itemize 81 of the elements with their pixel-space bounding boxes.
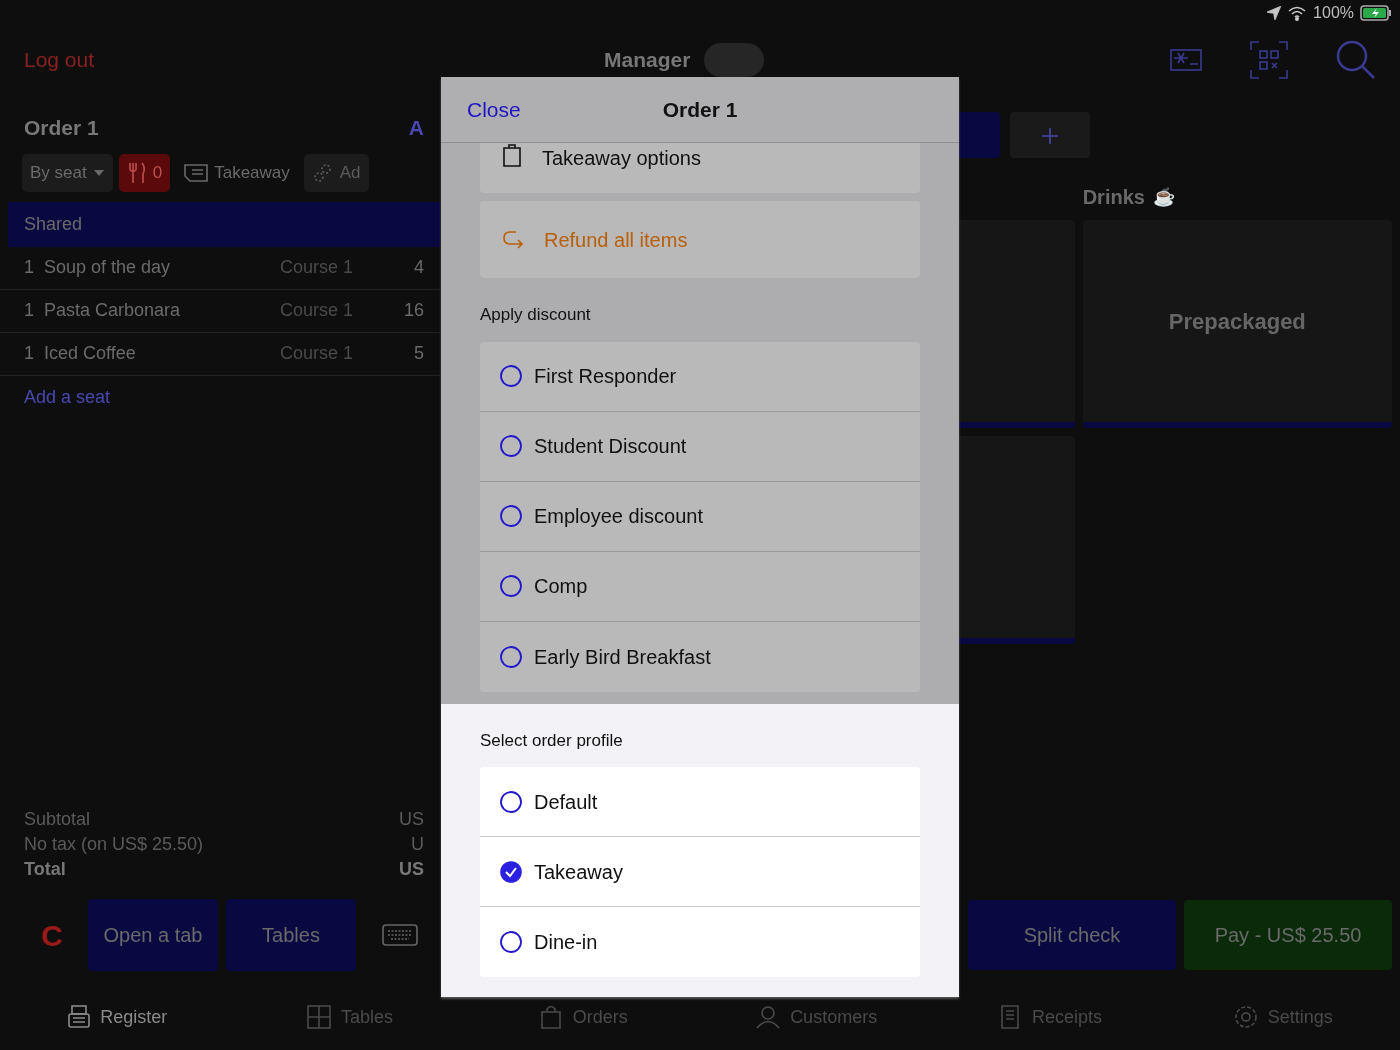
user-name: Manager: [604, 47, 691, 74]
discount-option[interactable]: Comp: [534, 571, 588, 601]
profile-option[interactable]: Takeaway: [534, 856, 623, 887]
item-price: 5: [413, 342, 424, 365]
radio-button[interactable]: [500, 860, 522, 883]
order-title: Order 1: [24, 115, 99, 141]
total-value: US: [399, 808, 424, 831]
category-heading: Drinks: [1082, 185, 1145, 210]
add-seat-link[interactable]: Add a seat: [0, 375, 440, 419]
tab-bar-item[interactable]: Register: [0, 1002, 234, 1032]
product-tile[interactable]: Prepackaged: [1082, 220, 1392, 428]
item-course: Course 1: [280, 342, 355, 365]
tab-bar-item[interactable]: Tables: [233, 1002, 467, 1032]
discount-option[interactable]: Employee discount: [534, 501, 703, 531]
takeaway-options-button[interactable]: Takeaway options: [480, 143, 920, 193]
item-course: Course 1: [280, 299, 355, 322]
total-label: Subtotal: [24, 808, 91, 831]
profile-option[interactable]: Default: [534, 786, 598, 817]
location-icon: [1267, 6, 1282, 20]
cup-icon: ☕: [1152, 183, 1175, 211]
plus-icon: [1041, 126, 1059, 145]
radio-button[interactable]: [500, 645, 522, 668]
orders-icon: [538, 1005, 563, 1029]
section-label: Select order profile: [480, 729, 624, 752]
tab-bar-item[interactable]: Receipts: [933, 1002, 1167, 1032]
item-name: Soup of the day: [44, 256, 172, 279]
total-label: Total: [24, 858, 66, 881]
item-name: Iced Coffee: [44, 342, 137, 365]
battery-icon: [1360, 5, 1392, 21]
item-price: 4: [413, 256, 424, 279]
item-price: 16: [402, 299, 424, 322]
item-name: Pasta Carbonara: [44, 299, 182, 322]
profile-button[interactable]: Takeaway: [176, 153, 298, 192]
user-badge: [704, 43, 765, 77]
add-link[interactable]: A: [408, 112, 424, 144]
tab-bar-item[interactable]: Settings: [1166, 1002, 1400, 1032]
fork-knife-icon: [126, 161, 147, 184]
note-icon: [184, 163, 209, 182]
caret-icon: [92, 168, 105, 177]
close-button[interactable]: Close: [467, 93, 521, 126]
profile-option[interactable]: Dine-in: [534, 927, 598, 957]
battery-percentage: 100%: [1313, 3, 1354, 23]
dialog-title: Order 1: [662, 96, 738, 123]
return-arrow-icon: [502, 229, 524, 250]
radio-button[interactable]: [500, 505, 522, 527]
seat-header: Shared: [8, 201, 440, 247]
section-label: Apply discount: [480, 304, 592, 326]
item-quantity: 1: [24, 342, 34, 365]
discount-option[interactable]: First Responder: [534, 361, 677, 391]
tab-bar-item[interactable]: Orders: [466, 1002, 700, 1032]
open-tab-button[interactable]: Open a tab: [88, 899, 218, 971]
total-label: No tax (on US$ 25.50): [24, 833, 204, 856]
wifi-icon: [1287, 5, 1308, 21]
refund-button[interactable]: Refund all items: [480, 201, 920, 278]
item-quantity: 1: [24, 299, 34, 322]
tables-button[interactable]: Tables: [226, 899, 356, 971]
radio-button[interactable]: [500, 435, 522, 457]
radio-button[interactable]: [500, 790, 522, 813]
radio-button[interactable]: [500, 931, 522, 953]
guests-button[interactable]: 0: [118, 153, 171, 192]
pay-button[interactable]: Pay - US$ 25.50: [1184, 900, 1392, 970]
register-icon: [66, 1005, 91, 1029]
logout-link[interactable]: Log out: [24, 44, 95, 76]
settings-icon: [1233, 1005, 1258, 1029]
item-quantity: 1: [24, 256, 34, 279]
total-value: U: [411, 833, 424, 856]
radio-button[interactable]: [500, 575, 522, 597]
split-check-button[interactable]: Split check: [968, 900, 1176, 970]
total-value: US: [399, 858, 424, 881]
item-course: Course 1: [280, 256, 355, 279]
customers-icon: [756, 1005, 781, 1029]
bag-icon: [502, 143, 522, 167]
more-button[interactable]: Ad: [303, 153, 369, 192]
seat-mode-dropdown[interactable]: By seat: [22, 153, 113, 192]
discount-option[interactable]: Student Discount: [534, 431, 687, 461]
radio-button[interactable]: [500, 365, 522, 387]
tables-icon: [306, 1005, 331, 1029]
clear-button[interactable]: C: [24, 911, 80, 959]
tab-bar-item[interactable]: Customers: [700, 1002, 934, 1032]
discount-option[interactable]: Early Bird Breakfast: [534, 641, 711, 672]
keyboard-icon[interactable]: [382, 924, 418, 946]
